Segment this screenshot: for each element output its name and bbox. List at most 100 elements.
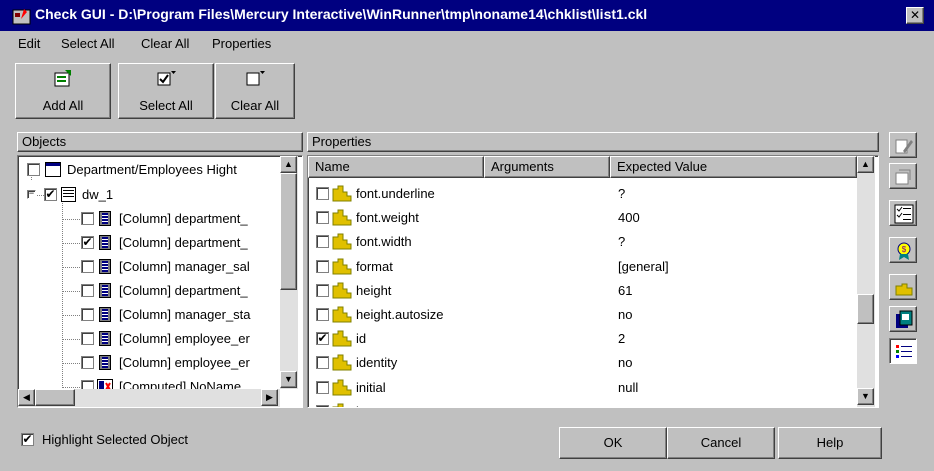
property-name: format [356, 258, 393, 274]
tree-line [63, 363, 80, 364]
property-row[interactable]: initial null [308, 375, 857, 399]
checkbox[interactable] [81, 284, 94, 297]
property-expected-value[interactable]: no [618, 307, 632, 322]
property-icon [332, 209, 352, 226]
checkbox[interactable]: ✔ [44, 188, 57, 201]
checkbox[interactable] [316, 187, 329, 200]
property-row[interactable]: font.width? [308, 229, 857, 253]
tree-item-dw-1[interactable]: − ✔ dw_1 [18, 183, 280, 207]
tree-item[interactable]: ✔ [Column] department_ [18, 231, 280, 255]
property-icon [332, 185, 352, 202]
add-all-button[interactable]: Add All [15, 63, 111, 119]
scroll-thumb[interactable] [35, 389, 75, 406]
column-header-name[interactable]: Name [308, 156, 484, 178]
object-properties-button[interactable] [889, 306, 917, 332]
checkbox[interactable] [316, 259, 329, 273]
property-expected-value[interactable]: 400 [618, 210, 640, 225]
scroll-down-icon[interactable]: ▼ [280, 371, 297, 388]
checkbox[interactable] [316, 356, 329, 370]
property-list-button[interactable] [889, 274, 917, 300]
checkbox[interactable] [316, 380, 329, 394]
list-check-button[interactable] [889, 200, 917, 226]
scroll-thumb[interactable] [280, 173, 297, 290]
property-row[interactable]: identity no [308, 350, 857, 374]
checkbox[interactable] [316, 283, 329, 297]
tree-item[interactable]: [Column] manager_sta [18, 303, 280, 327]
column-icon [99, 211, 111, 226]
checkbox[interactable] [316, 308, 329, 321]
property-expected-value[interactable]: null [618, 380, 638, 395]
column-header-arguments[interactable]: Arguments [484, 156, 610, 178]
property-name: height [356, 282, 392, 298]
clear-all-button[interactable]: Clear All [215, 63, 295, 119]
property-row[interactable]: height.autosize no [308, 302, 857, 326]
property-expected-value[interactable]: 2 [618, 331, 625, 346]
property-name: id [356, 331, 367, 347]
title-bar: Check GUI - D:\Program Files\Mercury Int… [0, 0, 934, 31]
compare-button[interactable] [889, 163, 917, 189]
property-expected-value[interactable]: ? [618, 186, 625, 201]
list-icon [896, 345, 912, 358]
scroll-thumb[interactable] [857, 294, 874, 324]
tree-item[interactable]: [Column] department_ [18, 207, 280, 231]
column-icon [99, 259, 111, 274]
property-row[interactable]: format [general] [308, 254, 857, 278]
column-header-expected-value[interactable]: Expected Value [610, 156, 857, 178]
ok-button[interactable]: OK [559, 427, 667, 459]
property-expected-value[interactable]: ? [618, 234, 625, 249]
property-row[interactable]: font.weight 400 [308, 205, 857, 229]
properties-table[interactable]: Name Arguments Expected Value font.under… [307, 155, 879, 408]
scroll-up-icon[interactable]: ▲ [857, 156, 874, 173]
property-row[interactable]: height 61 [308, 278, 857, 302]
checkbox[interactable] [81, 308, 94, 321]
checkbox[interactable]: ✔ [81, 236, 94, 249]
checkbox[interactable] [81, 356, 94, 369]
property-name: height.autosize [356, 307, 444, 322]
highlight-option[interactable]: ✔ Highlight Selected Object [21, 432, 281, 450]
tree-item[interactable]: [Column] employee_er [18, 351, 280, 375]
property-expected-value[interactable]: 61 [618, 283, 632, 298]
select-all-button[interactable]: Select All [118, 63, 214, 119]
show-all-properties-button[interactable] [889, 338, 917, 364]
edit-checklist-button[interactable] [889, 132, 917, 158]
close-button[interactable]: ✕ [906, 7, 924, 24]
property-expected-value[interactable]: no [618, 404, 632, 407]
property-row[interactable]: font.underline? [308, 181, 857, 205]
objects-header-label: Objects [22, 134, 67, 149]
property-expected-value[interactable]: no [618, 355, 632, 370]
checkbox[interactable] [81, 212, 94, 225]
menu-clear-all[interactable]: Clear All [141, 36, 189, 51]
objects-hscrollbar[interactable]: ◀ ▶ [18, 389, 280, 407]
property-expected-value[interactable]: [general] [618, 259, 669, 274]
properties-vscrollbar[interactable]: ▲ ▼ [857, 156, 875, 407]
checkbox[interactable] [316, 235, 329, 249]
objects-vscrollbar[interactable]: ▲ ▼ [280, 156, 298, 389]
highlight-checkbox[interactable]: ✔ [21, 433, 34, 446]
scroll-up-icon[interactable]: ▲ [280, 156, 297, 173]
checkbox[interactable]: ✔ [316, 332, 329, 346]
window-title: Check GUI - D:\Program Files\Mercury Int… [35, 6, 648, 22]
scroll-right-icon[interactable]: ▶ [261, 389, 278, 406]
property-row[interactable]: key no [308, 399, 857, 407]
tree-item[interactable]: [Column] department_ [18, 279, 280, 303]
checkbox[interactable] [27, 163, 40, 176]
menu-select-all[interactable]: Select All [61, 36, 114, 51]
scroll-down-icon[interactable]: ▼ [857, 388, 874, 405]
cancel-button[interactable]: Cancel [667, 427, 775, 459]
objects-tree[interactable]: Department/Employees Hight − ✔ dw_1 [Col… [17, 155, 303, 408]
checkbox[interactable] [81, 332, 94, 345]
checkbox[interactable] [81, 260, 94, 273]
help-button[interactable]: Help [778, 427, 882, 459]
tree-item[interactable]: [Column] employee_er [18, 327, 280, 351]
checkbox[interactable] [316, 211, 329, 225]
scroll-left-icon[interactable]: ◀ [18, 389, 35, 406]
property-check-button[interactable]: $ [889, 237, 917, 263]
menu-properties[interactable]: Properties [212, 36, 271, 51]
menu-edit[interactable]: Edit [18, 36, 40, 51]
menu-bar: Edit Select All Clear All Properties [0, 34, 934, 54]
tree-item-department-window[interactable]: Department/Employees Hight [18, 158, 280, 182]
property-row[interactable]: ✔ id 2 [308, 326, 857, 350]
collapse-icon[interactable]: − [27, 189, 36, 199]
tree-item[interactable]: [Column] manager_sal [18, 255, 280, 279]
checkbox[interactable] [316, 404, 329, 407]
